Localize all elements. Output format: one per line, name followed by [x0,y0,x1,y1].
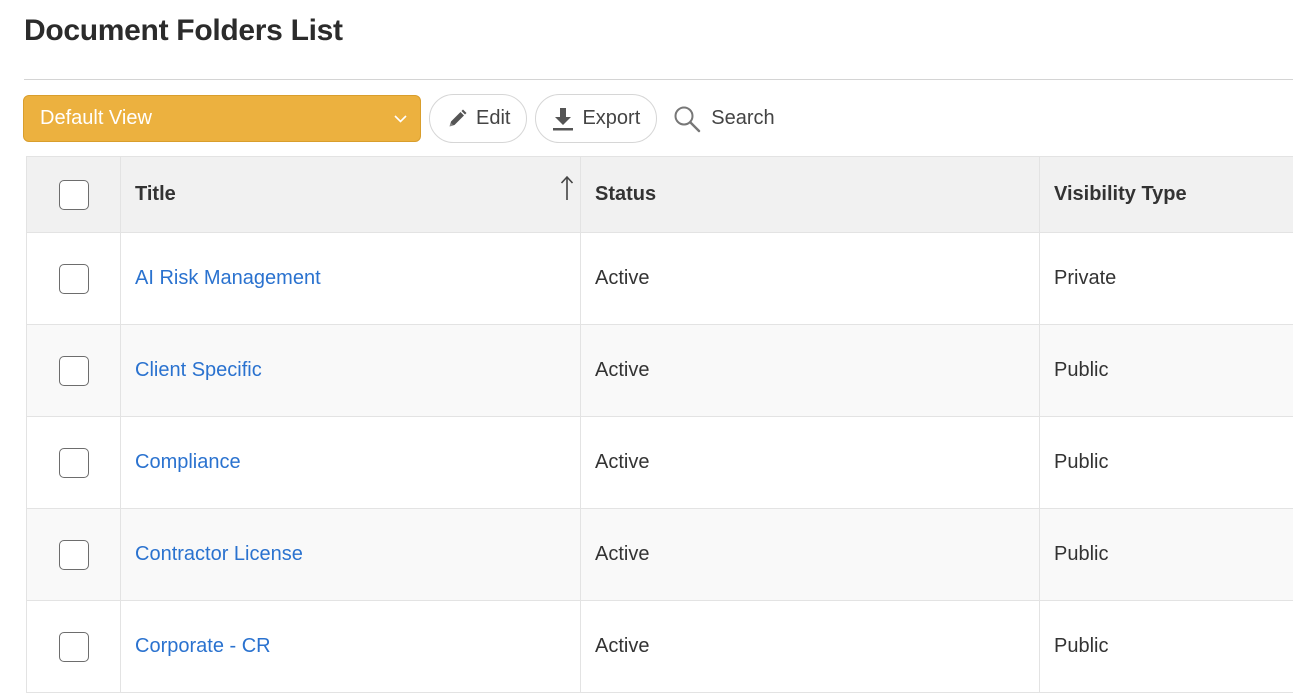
table-row: Contractor License Active Public [27,509,1293,601]
title-cell: Corporate - CR [121,601,581,693]
row-checkbox[interactable] [59,356,89,386]
folder-title-link[interactable]: Client Specific [135,359,262,381]
row-select-cell [27,601,121,693]
visibility-cell: Private [1040,233,1293,325]
table-row: Corporate - CR Active Public [27,601,1293,693]
status-cell: Active [581,601,1040,693]
select-all-checkbox[interactable] [59,180,89,210]
column-header-title-label: Title [135,183,176,205]
status-cell: Active [581,509,1040,601]
title-divider [24,79,1293,80]
export-button-label: Export [582,107,640,130]
edit-button[interactable]: Edit [429,94,527,143]
title-cell: Client Specific [121,325,581,417]
status-cell: Active [581,233,1040,325]
download-icon [552,107,574,131]
folder-title-link[interactable]: Contractor License [135,543,303,565]
visibility-cell: Public [1040,417,1293,509]
row-select-cell [27,417,121,509]
row-checkbox[interactable] [59,448,89,478]
row-select-cell [27,325,121,417]
column-header-visibility[interactable]: Visibility Type [1040,157,1293,233]
magnifier-icon [673,105,701,133]
pencil-icon [446,108,468,130]
toolbar: Default View Edit Export [23,94,783,143]
column-header-status-label: Status [595,183,656,205]
export-button[interactable]: Export [535,94,657,143]
select-all-cell [27,157,121,233]
view-select[interactable]: Default View [23,95,421,142]
arrow-up-icon [560,175,574,207]
title-cell: AI Risk Management [121,233,581,325]
table-row: Compliance Active Public [27,417,1293,509]
page-title: Document Folders List [24,14,343,48]
visibility-cell: Public [1040,509,1293,601]
visibility-cell: Public [1040,601,1293,693]
column-header-title[interactable]: Title [121,157,581,233]
chevron-down-icon [394,112,408,126]
folders-table: Title Status Visibility Type AI Risk Man… [26,156,1293,693]
search-label: Search [711,107,774,130]
row-select-cell [27,233,121,325]
visibility-cell: Public [1040,325,1293,417]
view-select-label: Default View [40,107,152,130]
table-row: Client Specific Active Public [27,325,1293,417]
edit-button-label: Edit [476,107,510,130]
folder-title-link[interactable]: Corporate - CR [135,635,271,657]
column-header-status[interactable]: Status [581,157,1040,233]
row-checkbox[interactable] [59,540,89,570]
folder-title-link[interactable]: AI Risk Management [135,267,321,289]
table-row: AI Risk Management Active Private [27,233,1293,325]
row-checkbox[interactable] [59,632,89,662]
column-header-visibility-label: Visibility Type [1054,183,1187,205]
status-cell: Active [581,325,1040,417]
folder-title-link[interactable]: Compliance [135,451,241,473]
title-cell: Contractor License [121,509,581,601]
title-cell: Compliance [121,417,581,509]
row-checkbox[interactable] [59,264,89,294]
table-header-row: Title Status Visibility Type [27,157,1293,233]
row-select-cell [27,509,121,601]
search-button[interactable]: Search [665,94,782,143]
status-cell: Active [581,417,1040,509]
